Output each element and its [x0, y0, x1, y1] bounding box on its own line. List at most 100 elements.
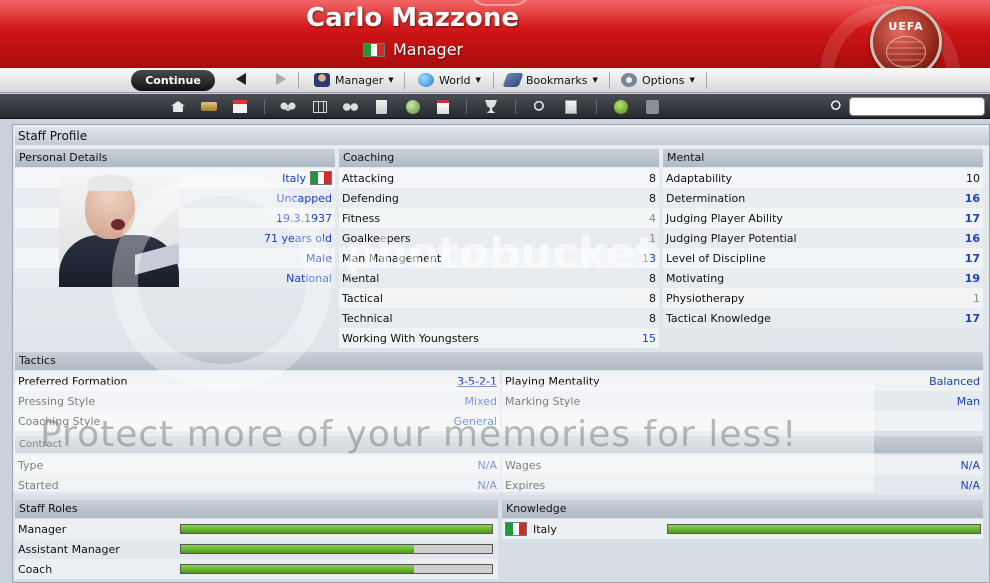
caret-down-icon: ▼: [388, 76, 394, 84]
tactics-header: Tactics: [15, 352, 983, 370]
staff-role-bar-fill: [181, 525, 492, 533]
coaching-attr-label: Man Management: [342, 251, 442, 265]
forward-arrow-icon[interactable]: [276, 73, 286, 85]
coaching-attr-row: Attacking 8: [339, 168, 659, 188]
mental-attr-label: Determination: [666, 191, 746, 205]
staff-roles-header: Staff Roles: [15, 500, 498, 518]
staff-name: Carlo Mazzone: [306, 3, 519, 33]
mental-attr-value: 17: [964, 211, 980, 225]
mental-attr-label: Physiotherapy: [666, 291, 745, 305]
nationality-value[interactable]: Italy: [282, 172, 306, 185]
manager-icon: [314, 73, 330, 87]
mental-attr-value: 17: [964, 311, 980, 325]
contract-expires-label: Expires: [505, 478, 546, 492]
toolbar-separator: [264, 99, 265, 114]
mental-attr-label: Adaptability: [666, 171, 733, 185]
contract-started-label: Started: [18, 478, 59, 492]
italy-flag-icon: [505, 522, 527, 536]
marking-style-label: Marking Style: [505, 394, 581, 408]
pressing-style-label: Pressing Style: [18, 394, 96, 408]
contract-type-value: N/A: [477, 458, 497, 472]
playing-mentality-value: Balanced: [929, 374, 980, 388]
coaching-attr-value: 8: [649, 311, 656, 325]
menu-manager[interactable]: Manager ▼: [314, 73, 394, 87]
contract-expires-value: N/A: [960, 478, 980, 492]
search-input[interactable]: [849, 97, 985, 116]
menu-separator: [404, 72, 405, 89]
squad-icon[interactable]: [279, 98, 297, 115]
page-title: Staff Profile: [15, 127, 989, 145]
calendar-icon[interactable]: [231, 98, 249, 115]
staff-role-bar: [180, 524, 493, 534]
search-staff-icon[interactable]: [532, 98, 550, 115]
menu-bar: Continue Manager ▼ World ▼ Bookmarks ▼ O…: [0, 68, 990, 93]
notes-icon[interactable]: [372, 98, 390, 115]
menu-options[interactable]: Options ▼: [621, 73, 695, 87]
coaching-style-value: General: [453, 414, 497, 428]
mental-attr-label: Judging Player Potential: [666, 231, 797, 245]
profile-header: Carlo Mazzone Manager UEFA: [0, 0, 990, 68]
coaching-header: Coaching: [339, 149, 659, 167]
toolbar-separator: [466, 99, 467, 114]
mental-attr-value: 16: [964, 191, 980, 205]
coaching-style-label: Coaching Style: [18, 414, 101, 428]
menu-separator: [609, 72, 610, 89]
info-icon[interactable]: [643, 98, 661, 115]
coaching-attr-value: 8: [649, 271, 656, 285]
menu-world[interactable]: World ▼: [418, 73, 481, 87]
coaching-attr-value: 8: [649, 291, 656, 305]
staff-photo: [59, 175, 179, 287]
toolbar-separator: [515, 99, 516, 114]
staff-role-bar-fill: [181, 565, 415, 573]
mental-attr-row: Adaptability 10: [663, 168, 983, 188]
mental-attr-row: Tactical Knowledge 17: [663, 308, 983, 328]
coaching-attr-label: Fitness: [342, 211, 381, 225]
italy-flag-icon: [363, 42, 385, 57]
mental-attr-label: Level of Discipline: [666, 251, 766, 265]
photo-mouth: [111, 219, 125, 230]
trophy-icon[interactable]: [482, 98, 500, 115]
tactics-icon[interactable]: [311, 98, 329, 115]
help-icon[interactable]: [612, 98, 630, 115]
uefa-badge-icon: UEFA: [870, 6, 942, 68]
staff-role-bar: [180, 544, 493, 554]
menu-manager-label: Manager: [335, 73, 384, 87]
mental-attr-value: 16: [964, 231, 980, 245]
bookmarks-icon: [502, 73, 524, 87]
contract-type-label: Type: [18, 458, 44, 472]
clipboard-icon[interactable]: [562, 98, 580, 115]
coaching-attr-row: Mental 8: [339, 268, 659, 288]
coaching-attr-row: Tactical 8: [339, 288, 659, 308]
wages-label: Wages: [505, 458, 542, 472]
home-icon[interactable]: [169, 98, 187, 115]
knowledge-bar-fill: [668, 525, 980, 533]
caret-down-icon: ▼: [592, 76, 598, 84]
menu-bookmarks[interactable]: Bookmarks ▼: [502, 73, 598, 87]
marking-style-value: Man: [956, 394, 980, 408]
mental-attr-label: Tactical Knowledge: [666, 311, 771, 325]
back-arrow-icon[interactable]: [236, 73, 246, 85]
menu-separator: [298, 72, 299, 89]
photo-hair: [87, 175, 133, 191]
scouting-icon[interactable]: [404, 98, 422, 115]
coaching-attr-label: Tactical: [342, 291, 383, 305]
contract-started-value: N/A: [477, 478, 497, 492]
staff-role-label: Manager: [18, 522, 67, 536]
staff-role-label: Coach: [18, 562, 53, 576]
search-icon[interactable]: [825, 98, 843, 115]
caret-down-icon: ▼: [689, 76, 695, 84]
continue-button[interactable]: Continue: [131, 70, 215, 91]
coaching-attr-row: Goalkeepers 1: [339, 228, 659, 248]
preferred-formation-label: Preferred Formation: [18, 374, 128, 388]
icon-toolbar: [0, 94, 990, 119]
training-icon[interactable]: [341, 98, 359, 115]
staff-role-label: Assistant Manager: [18, 542, 120, 556]
coaching-attr-label: Attacking: [342, 171, 395, 185]
gear-icon: [621, 73, 637, 87]
staff-role-bar: [180, 564, 493, 574]
personal-details-header: Personal Details: [15, 149, 335, 167]
inbox-icon[interactable]: [200, 98, 218, 115]
documents-icon[interactable]: [434, 98, 452, 115]
preferred-formation-value[interactable]: 3-5-2-1: [457, 375, 497, 388]
italy-flag-icon: [310, 171, 332, 185]
